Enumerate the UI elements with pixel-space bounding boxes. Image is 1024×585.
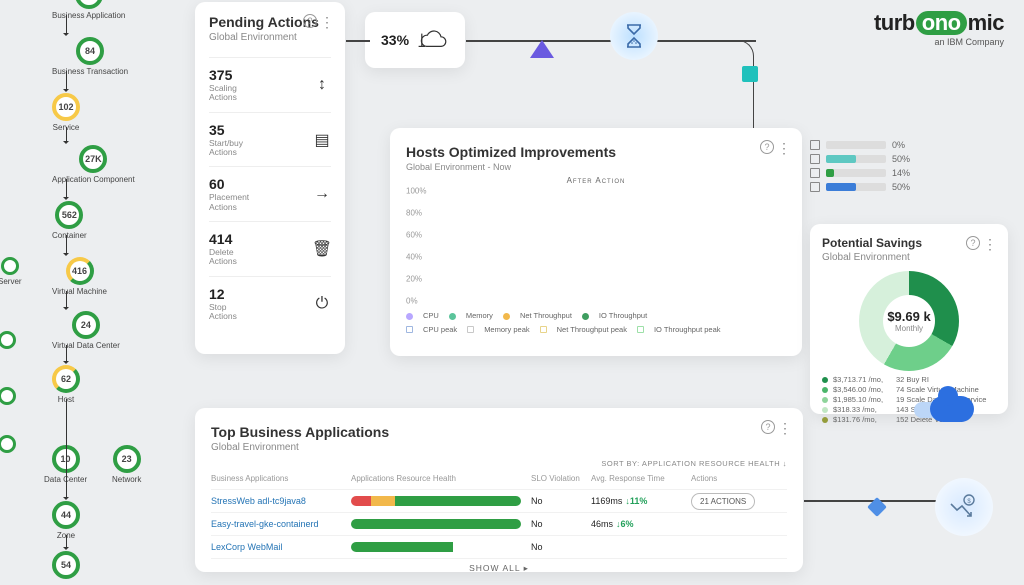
tree-node[interactable]: 84Business Transaction [52,37,128,76]
response-time [591,542,691,552]
health-bar [351,496,521,506]
sort-arrow-icon: ↓ [783,459,787,468]
connector [346,40,370,42]
savings-donut: $9.69 k Monthly [859,271,959,371]
app-row[interactable]: Easy-travel-gke-containerd No 46ms↓6% [211,513,787,536]
card-subtitle: Global Environment [209,32,331,43]
power-icon: ⏻ [313,295,331,313]
card-title: Hosts Optimized Improvements [406,144,786,160]
app-name-link[interactable]: Easy-travel-gke-containerd [211,519,351,529]
supply-chain-tree: 32Business Application 84Business Transac… [0,0,180,585]
help-icon[interactable]: ? [966,236,980,250]
savings-trend-icon: $ [935,478,993,536]
more-icon[interactable]: ⋮ [778,420,791,437]
slo-value: No [531,542,591,552]
app-row[interactable]: StressWeb adl-tc9java8 No 1169ms↓11% 21 … [211,490,787,513]
more-icon[interactable]: ⋮ [320,14,333,31]
tree-node[interactable] [0,387,16,405]
tree-node[interactable]: 416Virtual Machine [52,257,107,296]
app-name-link[interactable]: StressWeb adl-tc9java8 [211,496,351,506]
savings-value: $9.69 k [887,309,930,324]
pending-action-row[interactable]: 35Start/buyActions▤ [209,112,331,167]
card-subtitle: Global Environment - Now [406,162,786,172]
mini-legend-row: 50% [810,182,990,192]
mini-legend-row: 0% [810,140,990,150]
tree-node[interactable] [0,435,16,453]
response-time: 46ms↓6% [591,519,691,529]
list-icon: ▤ [313,131,331,149]
savings-label: Monthly [895,324,923,333]
sort-by-label[interactable]: SORT BY: APPLICATION RESOURCE HEALTH ↓ [211,459,787,468]
more-icon[interactable]: ⋮ [983,236,996,253]
card-subtitle: Global Environment [211,442,389,453]
tree-node[interactable]: 32Business Application [52,0,125,20]
trash-icon: 🗑 [313,240,331,258]
tree-node[interactable]: Server [0,257,22,286]
tree-node[interactable]: 23Network [112,445,141,484]
hosts-bar-chart: 100%80%60%40%20%0% [406,191,786,301]
top-apps-card: Top Business Applications Global Environ… [195,408,803,572]
tree-node[interactable]: 562Container [52,201,87,240]
cloud-decoration [930,396,974,422]
slo-value: No [531,519,591,529]
help-icon[interactable]: ? [761,420,775,434]
health-bar [351,519,521,529]
arrow-icon: → [313,185,331,203]
mini-legend-row: 50% [810,154,990,164]
hosts-chart-card: Hosts Optimized Improvements Global Envi… [390,128,802,356]
cloud-icon [417,25,449,55]
help-icon[interactable]: ? [303,14,317,28]
actions-button[interactable]: 21 ACTIONS [691,493,755,510]
connector-corner [718,40,754,128]
card-title: Top Business Applications [211,424,389,440]
logo-part-2: ono [916,11,967,35]
logo-part-1: turb [874,10,915,36]
logo-subtitle: an IBM Company [934,37,1004,47]
triangle-icon [530,28,554,58]
chart-section-label: After Action [406,176,786,185]
pending-action-row[interactable]: 375ScalingActions↕ [209,57,331,112]
more-icon[interactable]: ⋮ [777,140,790,157]
logo-part-3: mic [968,10,1004,36]
show-all-button[interactable]: SHOW ALL ▸ [211,563,787,574]
pending-action-row[interactable]: 12StopActions⏻ [209,276,331,331]
column-header[interactable]: Actions [691,474,771,483]
app-row[interactable]: LexCorp WebMail No [211,536,787,559]
card-subtitle: Global Environment [822,252,996,263]
mini-legend-row: 14% [810,168,990,178]
pending-action-row[interactable]: 414DeleteActions🗑 [209,221,331,276]
column-header[interactable]: Avg. Response Time [591,474,691,483]
slo-value: No [531,496,591,506]
app-name-link[interactable]: LexCorp WebMail [211,542,351,552]
tree-node[interactable]: 54 [52,551,80,579]
hourglass-icon [610,12,658,60]
response-time: 1169ms↓11% [591,496,691,506]
tree-node[interactable]: 27KApplication Component [52,145,135,184]
column-header[interactable]: Applications Resource Health [351,474,531,483]
tree-node[interactable]: 24Virtual Data Center [52,311,120,350]
square-icon [742,66,758,82]
cloud-pct-value: 33% [381,32,409,48]
health-bar [351,542,521,552]
savings-row: $3,713.71 /mo,32 Buy RI [822,375,996,384]
potential-savings-card: Potential Savings Global Environment ? ⋮… [810,224,1008,414]
pending-actions-card: Pending Actions Global Environment ? ⋮ 3… [195,2,345,354]
resize-icon: ↕ [313,76,331,94]
cloud-percentage-card: 33% [365,12,465,68]
column-header[interactable]: Business Applications [211,474,351,483]
pending-action-row[interactable]: 60PlacementActions→ [209,166,331,221]
brand-logo: turb ono mic an IBM Company [874,10,1004,47]
tree-node[interactable] [0,331,16,349]
savings-row: $3,546.00 /mo,74 Scale Virtual Machine [822,385,996,394]
chart-legend: CPUMemoryNet ThroughputIO ThroughputCPU … [406,309,786,336]
help-icon[interactable]: ? [760,140,774,154]
column-header[interactable]: SLO Violation [531,474,591,483]
mini-legend: 0% 50% 14% 50% [810,140,990,210]
